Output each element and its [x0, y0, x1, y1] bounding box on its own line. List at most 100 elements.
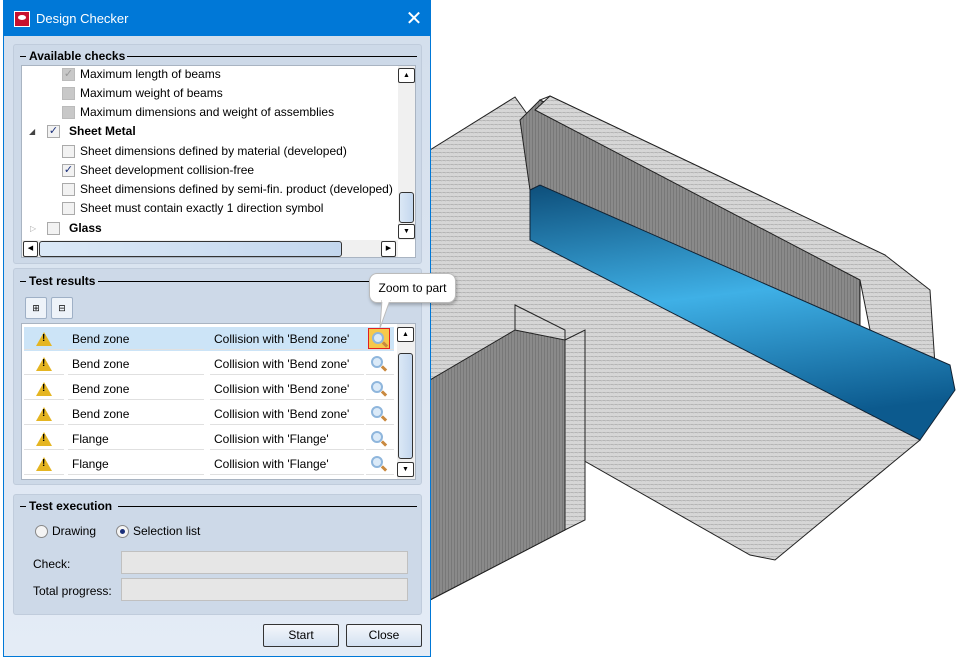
- vertical-scrollbar[interactable]: ▲ ▼: [397, 324, 415, 479]
- start-button[interactable]: Start: [263, 624, 339, 647]
- magnifier-icon: [371, 456, 383, 468]
- zoom-cell: [366, 352, 394, 375]
- zoom-to-part-button[interactable]: [368, 353, 390, 374]
- zoom-to-part-tooltip: Zoom to part: [369, 273, 456, 303]
- checkbox[interactable]: [62, 202, 75, 215]
- test-results-title: Test results: [29, 274, 96, 288]
- tree-item[interactable]: Maximum dimensions and weight of assembl…: [22, 103, 402, 122]
- checkbox[interactable]: [62, 145, 75, 158]
- zoom-to-part-button[interactable]: [368, 403, 390, 424]
- zoom-to-part-button[interactable]: [368, 453, 390, 474]
- tree-item[interactable]: Sheet must contain exactly 1 direction s…: [22, 199, 402, 218]
- name-cell: Flange: [68, 427, 204, 450]
- vertical-scrollbar[interactable]: ▲ ▼: [398, 66, 415, 240]
- scroll-up-button[interactable]: ▲: [398, 68, 415, 83]
- result-row[interactable]: Bend zone Collision with 'Bend zone': [24, 402, 394, 426]
- magnifier-icon: [371, 431, 383, 443]
- magnifier-icon: [371, 381, 383, 393]
- radio-drawing[interactable]: [35, 525, 48, 538]
- collapse-arrow-icon[interactable]: ◢: [29, 122, 35, 141]
- result-row[interactable]: Bend zone Collision with 'Bend zone': [24, 327, 394, 351]
- name-cell: Bend zone: [68, 377, 204, 400]
- zoom-to-part-button[interactable]: [368, 428, 390, 449]
- app-icon: [14, 11, 30, 27]
- checkbox[interactable]: [62, 87, 75, 100]
- window-title: Design Checker: [36, 11, 129, 26]
- test-execution-group: Test execution Drawing Selection list Ch…: [13, 494, 422, 615]
- radio-selection-label[interactable]: Selection list: [133, 524, 200, 538]
- status-cell: [24, 327, 64, 350]
- name-cell: Bend zone: [68, 327, 204, 350]
- zoom-to-part-button[interactable]: [368, 328, 390, 349]
- close-button[interactable]: Close: [346, 624, 422, 647]
- available-checks-group: Available checks ✓ Maximum length of beam…: [13, 44, 422, 264]
- checkbox[interactable]: [62, 106, 75, 119]
- title-bar: Design Checker ✕: [4, 1, 430, 36]
- scroll-thumb[interactable]: [39, 241, 342, 257]
- description-cell: Collision with 'Bend zone': [210, 352, 364, 375]
- expand-arrow-icon[interactable]: ▷: [30, 219, 36, 238]
- warning-icon: [36, 407, 52, 421]
- tree-item[interactable]: Sheet dimensions defined by material (de…: [22, 142, 402, 161]
- zoom-cell: [366, 427, 394, 450]
- results-table[interactable]: Bend zone Collision with 'Bend zone' Ben…: [21, 323, 416, 480]
- radio-drawing-label[interactable]: Drawing: [52, 524, 96, 538]
- close-icon[interactable]: ✕: [402, 6, 426, 31]
- tree-item[interactable]: Sheet dimensions defined by semi-fin. pr…: [22, 180, 402, 199]
- zoom-to-part-button[interactable]: [368, 378, 390, 399]
- result-row[interactable]: Bend zone Collision with 'Bend zone': [24, 377, 394, 401]
- checkbox[interactable]: ✓: [62, 68, 75, 81]
- warning-icon: [36, 332, 52, 346]
- scroll-right-button[interactable]: ▶: [381, 241, 396, 257]
- name-cell: Flange: [68, 452, 204, 475]
- warning-icon: [36, 357, 52, 371]
- scroll-down-button[interactable]: ▼: [397, 462, 414, 477]
- radio-selection-list[interactable]: [116, 525, 129, 538]
- zoom-cell: [366, 452, 394, 475]
- expand-all-button[interactable]: ⊞: [25, 297, 47, 319]
- test-results-group: Test results ⊞ ⊟ Bend zone Collision wit…: [13, 268, 422, 485]
- collapse-all-button[interactable]: ⊟: [51, 297, 73, 319]
- available-checks-title: Available checks: [29, 49, 126, 63]
- check-label: Check:: [33, 557, 71, 571]
- status-cell: [24, 352, 64, 375]
- scroll-thumb[interactable]: [399, 192, 414, 223]
- zoom-cell: [366, 377, 394, 400]
- name-cell: Bend zone: [68, 402, 204, 425]
- total-progress-bar: [121, 578, 408, 601]
- name-cell: Bend zone: [68, 352, 204, 375]
- test-execution-title: Test execution: [29, 499, 113, 513]
- model-viewport[interactable]: [430, 0, 964, 657]
- result-row[interactable]: Flange Collision with 'Flange': [24, 452, 394, 476]
- tree-group-sheet-metal[interactable]: ◢ ✓ Sheet Metal: [22, 122, 402, 141]
- checkbox[interactable]: ✓: [62, 164, 75, 177]
- result-row[interactable]: Flange Collision with 'Flange': [24, 427, 394, 451]
- status-cell: [24, 427, 64, 450]
- tooltip-pointer: [379, 300, 391, 329]
- horizontal-scrollbar[interactable]: ◀ ▶: [22, 240, 398, 257]
- design-checker-dialog: Design Checker ✕ Available checks ✓ Maxim…: [3, 0, 431, 657]
- description-cell: Collision with 'Flange': [210, 452, 364, 475]
- result-row[interactable]: Bend zone Collision with 'Bend zone': [24, 352, 394, 376]
- scroll-up-button[interactable]: ▲: [397, 327, 414, 342]
- zoom-cell: [366, 327, 394, 350]
- magnifier-icon: [371, 356, 383, 368]
- flange-side: [564, 329, 586, 531]
- description-cell: Collision with 'Bend zone': [210, 402, 364, 425]
- magnifier-icon: [371, 406, 383, 418]
- checkbox[interactable]: ✓: [47, 125, 60, 138]
- zoom-cell: [366, 402, 394, 425]
- scroll-thumb[interactable]: [398, 353, 413, 459]
- checkbox[interactable]: [47, 222, 60, 235]
- tree-item[interactable]: ✓ Sheet development collision-free: [22, 161, 402, 180]
- tree-item[interactable]: Maximum weight of beams: [22, 84, 402, 103]
- tree-item[interactable]: ✓ Maximum length of beams: [22, 66, 402, 84]
- tree-group-glass[interactable]: ▷ Glass: [22, 219, 402, 238]
- scroll-left-button[interactable]: ◀: [23, 241, 38, 257]
- status-cell: [24, 402, 64, 425]
- scroll-down-button[interactable]: ▼: [398, 224, 415, 239]
- warning-icon: [36, 382, 52, 396]
- flange-front: [430, 329, 566, 601]
- checkbox[interactable]: [62, 183, 75, 196]
- checks-tree[interactable]: ✓ Maximum length of beams Maximum weight …: [21, 65, 416, 258]
